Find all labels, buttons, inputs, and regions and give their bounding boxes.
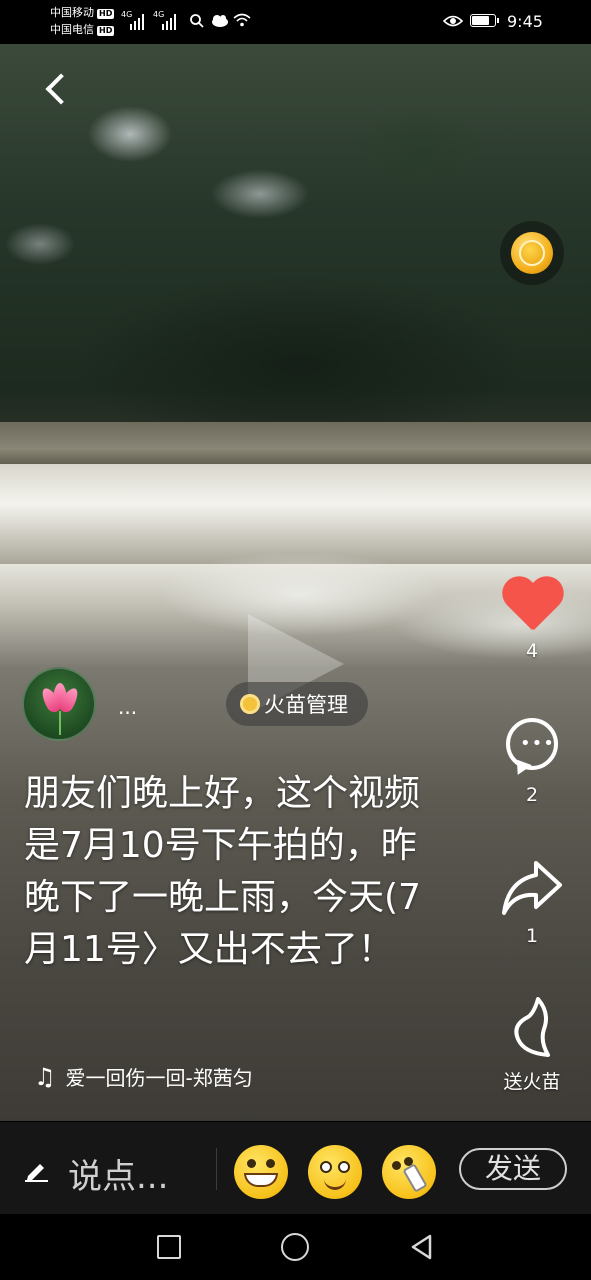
- video-caption: 朋友们晚上好，这个视频是7月10号下午拍的，昨晚下了一晚上雨，今天(7月11号〉…: [24, 773, 421, 970]
- video-waterfall: [0, 464, 591, 564]
- clock: 9:45: [507, 12, 543, 31]
- home-button[interactable]: [281, 1233, 309, 1261]
- wifi-icon: [233, 13, 251, 27]
- recent-apps-button[interactable]: [157, 1235, 181, 1259]
- comment-bar: 说点... 发送: [0, 1122, 591, 1214]
- lotus-icon: [38, 683, 82, 715]
- carrier-2-label: 中国电信: [50, 23, 94, 36]
- back-button[interactable]: [38, 68, 78, 108]
- screen: 中国移动 HD 中国电信 HD 4G 4G 9:45 4 ••• 2 1 送火苗…: [0, 0, 591, 1280]
- like-button[interactable]: 4: [490, 578, 574, 662]
- hd-badge-2: HD: [97, 26, 115, 36]
- smiling-emoji[interactable]: [308, 1145, 362, 1199]
- comment-button[interactable]: ••• 2: [490, 718, 574, 806]
- comment-icon: •••: [506, 718, 558, 779]
- video-weir: [0, 422, 591, 467]
- weather-icon: [212, 15, 228, 27]
- network-type-1: 4G: [121, 10, 133, 19]
- gift-flame-button[interactable]: 送火苗: [490, 995, 574, 1094]
- flame-manage-badge[interactable]: 火苗管理: [226, 682, 368, 726]
- pencil-icon: [25, 1164, 48, 1182]
- divider: [216, 1148, 217, 1190]
- music-title: 爱一回伤一回-郑茜匀: [65, 1066, 253, 1090]
- carrier-2: 中国电信 HD: [50, 23, 115, 36]
- carrier-1: 中国移动 HD: [50, 6, 115, 19]
- chevron-left-icon: [45, 73, 77, 105]
- comment-count: 2: [525, 784, 539, 806]
- carrier-1-label: 中国移动: [50, 6, 94, 19]
- eye-icon: [443, 15, 463, 27]
- share-count: 1: [525, 925, 539, 947]
- video-trees: [0, 244, 591, 444]
- flame-icon: [514, 997, 550, 1057]
- like-count: 4: [525, 640, 539, 662]
- author-avatar[interactable]: [22, 667, 96, 741]
- share-button[interactable]: 1: [490, 855, 574, 947]
- gold-coin-icon[interactable]: [500, 221, 564, 285]
- grinning-emoji[interactable]: [234, 1145, 288, 1199]
- drinking-emoji[interactable]: [382, 1145, 436, 1199]
- battery-icon: [470, 14, 499, 27]
- share-icon: [502, 861, 562, 915]
- send-button[interactable]: 发送: [459, 1148, 567, 1190]
- gift-label: 送火苗: [503, 1071, 561, 1093]
- badge-label: 火苗管理: [264, 693, 348, 717]
- nav-back-button[interactable]: [408, 1233, 436, 1261]
- hd-badge-1: HD: [97, 9, 115, 19]
- heart-icon: [500, 578, 564, 638]
- music-info[interactable]: ♫ 爱一回伤一回-郑茜匀: [34, 1062, 253, 1091]
- medal-icon: [240, 694, 260, 714]
- music-note-icon: ♫: [34, 1062, 56, 1091]
- status-bar: 中国移动 HD 中国电信 HD 4G 4G 9:45: [0, 0, 591, 44]
- search-icon: [190, 14, 204, 28]
- network-type-2: 4G: [153, 10, 165, 19]
- author-name[interactable]: ...: [118, 695, 137, 719]
- comment-input[interactable]: 说点...: [68, 1149, 168, 1198]
- navigation-bar: [0, 1214, 591, 1280]
